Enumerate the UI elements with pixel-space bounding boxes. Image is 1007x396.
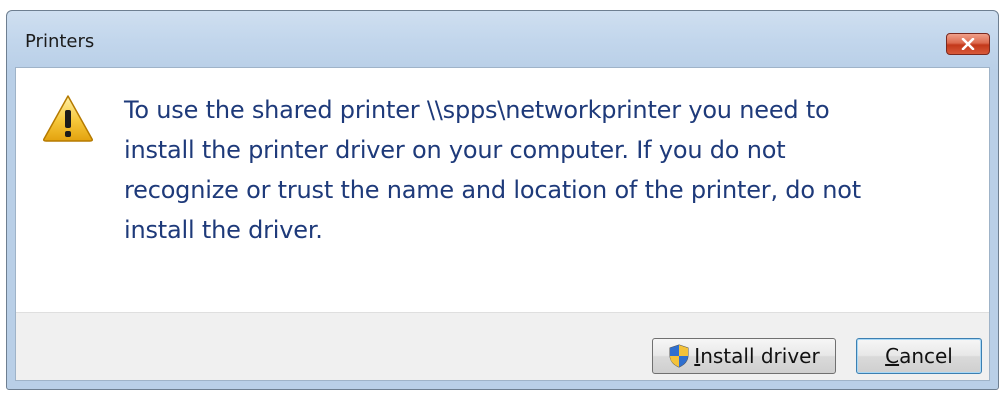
button-bar: Install driver Cancel <box>16 312 989 380</box>
message-line: recognize or trust the name and location… <box>124 176 861 204</box>
warning-icon <box>42 94 94 142</box>
message-text: To use the shared printer \\spps\network… <box>124 90 984 250</box>
title-bar[interactable]: Printers <box>7 11 998 67</box>
dialog-client-area: To use the shared printer \\spps\network… <box>15 67 990 381</box>
message-line: To use the shared printer \\spps\network… <box>124 96 830 124</box>
cancel-label: ancel <box>899 344 953 368</box>
close-button[interactable] <box>946 33 990 55</box>
cancel-mnemonic: C <box>885 344 900 368</box>
message-area: To use the shared printer \\spps\network… <box>16 68 989 312</box>
install-label: nstall driver <box>700 344 820 368</box>
window-title: Printers <box>25 31 95 52</box>
uac-shield-icon <box>668 344 690 368</box>
cancel-button[interactable]: Cancel <box>856 338 982 374</box>
install-driver-button[interactable]: Install driver <box>652 338 836 374</box>
printers-dialog: Printers To use the shared printer \\spp… <box>6 10 999 390</box>
close-icon <box>960 38 976 50</box>
message-line: install the printer driver on your compu… <box>124 136 786 164</box>
message-line: install the driver. <box>124 216 323 244</box>
